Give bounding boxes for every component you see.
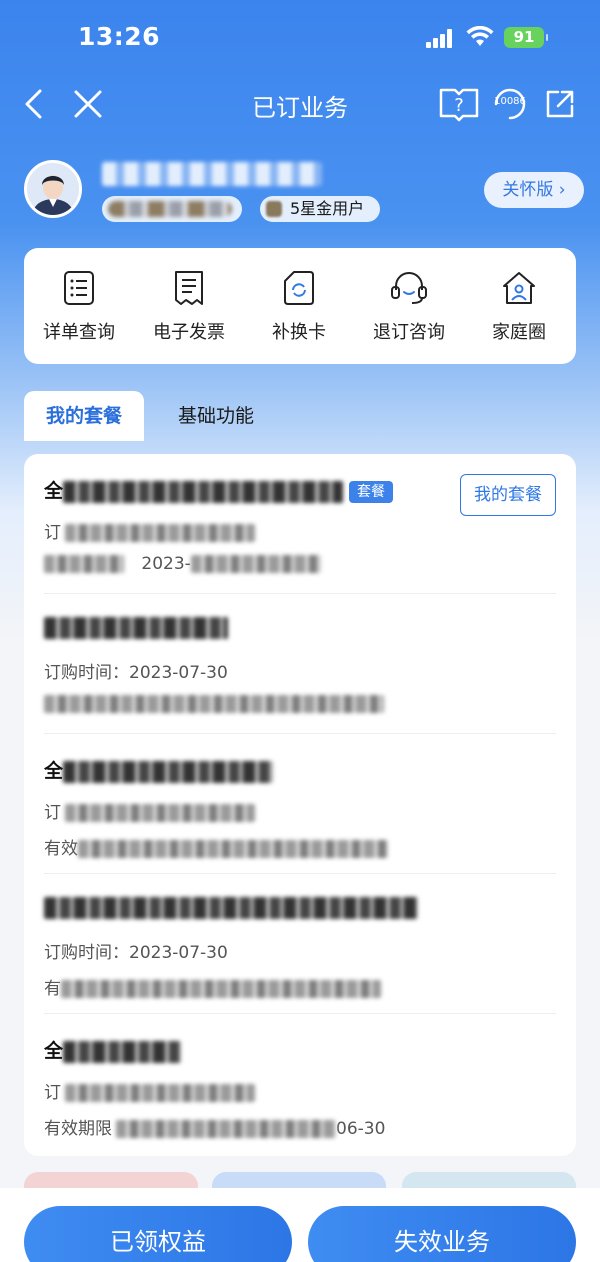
package-tabs: 我的套餐 基础功能 <box>24 391 576 443</box>
phone-number-blurred <box>102 162 322 186</box>
list-item[interactable]: 全 订 有效期限 06-30 <box>24 1014 576 1154</box>
blurred-text <box>44 695 384 713</box>
user-avatar-icon <box>27 163 79 215</box>
receipt-icon <box>175 271 203 305</box>
user-profile: 5星金用户 关怀版 › <box>24 160 584 230</box>
my-package-button[interactable]: 我的套餐 <box>460 474 556 516</box>
quick-action-label: 补换卡 <box>272 322 326 343</box>
blurred-text <box>65 804 255 822</box>
sim-card-icon <box>284 271 314 305</box>
wifi-icon <box>466 26 494 46</box>
validity-period <box>44 694 384 714</box>
bottom-action-bar: 已领权益 失效业务 <box>0 1188 600 1262</box>
list-item[interactable]: 全套餐 我的套餐 订 2023- <box>24 454 576 594</box>
claimed-benefits-button[interactable]: 已领权益 <box>24 1206 292 1262</box>
list-item[interactable]: 订购时间：2023-07-30 <box>24 594 576 734</box>
battery-level: 91 <box>513 28 535 46</box>
package-name: 全 <box>44 756 274 783</box>
package-name <box>44 616 228 639</box>
cellular-signal-icon <box>426 28 458 48</box>
blurred-text <box>78 840 388 858</box>
package-list-card: 全套餐 我的套餐 订 2023- 订购时间：2023-07-30 全 订 有效 … <box>24 454 576 1156</box>
quick-action-replace-card[interactable]: 补换卡 <box>244 270 354 344</box>
care-mode-button[interactable]: 关怀版 › <box>484 172 584 208</box>
battery-indicator: 91 <box>504 27 548 48</box>
share-external-icon[interactable] <box>544 88 576 120</box>
package-tag: 套餐 <box>349 480 394 503</box>
package-name: 全套餐 <box>44 476 394 503</box>
quick-action-detail-query[interactable]: 详单查询 <box>24 270 134 344</box>
blurred-text <box>65 524 255 542</box>
star-level-badge: 5星金用户 <box>260 196 380 222</box>
quick-action-label: 详单查询 <box>43 322 115 343</box>
blurred-text <box>63 760 274 783</box>
quick-action-family-circle[interactable]: 家庭圈 <box>464 270 574 344</box>
order-time: 订 <box>44 798 255 823</box>
validity-period: 有效 <box>44 834 388 859</box>
blurred-text <box>116 1120 336 1138</box>
blurred-text <box>63 1040 182 1063</box>
quick-action-label: 电子发票 <box>153 322 225 343</box>
star-coin-icon <box>266 201 282 217</box>
quick-action-label: 退订咨询 <box>373 322 445 343</box>
headset-icon <box>391 272 427 304</box>
star-level-text: 5星金用户 <box>290 199 365 218</box>
blurred-text <box>44 616 228 639</box>
blurred-text <box>44 555 124 573</box>
status-time: 13:26 <box>78 22 161 51</box>
order-time: 订购时间：2023-07-30 <box>44 663 228 683</box>
blurred-text <box>65 1084 255 1102</box>
blurred-text <box>44 896 418 919</box>
quick-action-unsubscribe-consult[interactable]: 退订咨询 <box>354 270 464 344</box>
order-time: 订购时间：2023-07-30 <box>44 943 228 963</box>
member-level-badge-blurred <box>102 196 242 222</box>
tab-my-packages[interactable]: 我的套餐 <box>24 391 144 441</box>
svg-text:?: ? <box>454 95 464 116</box>
blurred-text <box>63 480 344 503</box>
quick-action-label: 家庭圈 <box>492 322 546 343</box>
list-item[interactable]: 订购时间：2023-07-30 有 <box>24 874 576 1014</box>
validity-period: 2023- <box>44 554 321 574</box>
avatar[interactable] <box>24 160 82 218</box>
quick-actions-card: 详单查询 电子发票 补换卡 退订咨询 家庭圈 <box>24 248 576 364</box>
list-item[interactable]: 全 订 有效 <box>24 734 576 874</box>
order-time: 订 <box>44 518 255 543</box>
nav-bar: 已订业务 ? 10086 <box>0 76 600 132</box>
validity-period: 有效期限 06-30 <box>44 1119 386 1139</box>
blurred-text <box>61 980 381 998</box>
status-bar: 13:26 91 <box>0 0 600 76</box>
list-document-icon <box>64 271 94 305</box>
service-number: 10086 <box>494 96 526 107</box>
expired-services-button[interactable]: 失效业务 <box>308 1206 576 1262</box>
quick-action-e-invoice[interactable]: 电子发票 <box>134 270 244 344</box>
customer-service-10086-icon[interactable]: 10086 <box>490 84 530 124</box>
blurred-text <box>190 555 321 573</box>
help-book-icon[interactable]: ? <box>438 86 480 122</box>
validity-period: 有 <box>44 974 381 999</box>
home-user-icon <box>503 272 535 304</box>
package-name <box>44 896 418 919</box>
package-name: 全 <box>44 1036 182 1063</box>
order-time: 订 <box>44 1078 255 1103</box>
tab-basic-functions[interactable]: 基础功能 <box>178 391 254 441</box>
